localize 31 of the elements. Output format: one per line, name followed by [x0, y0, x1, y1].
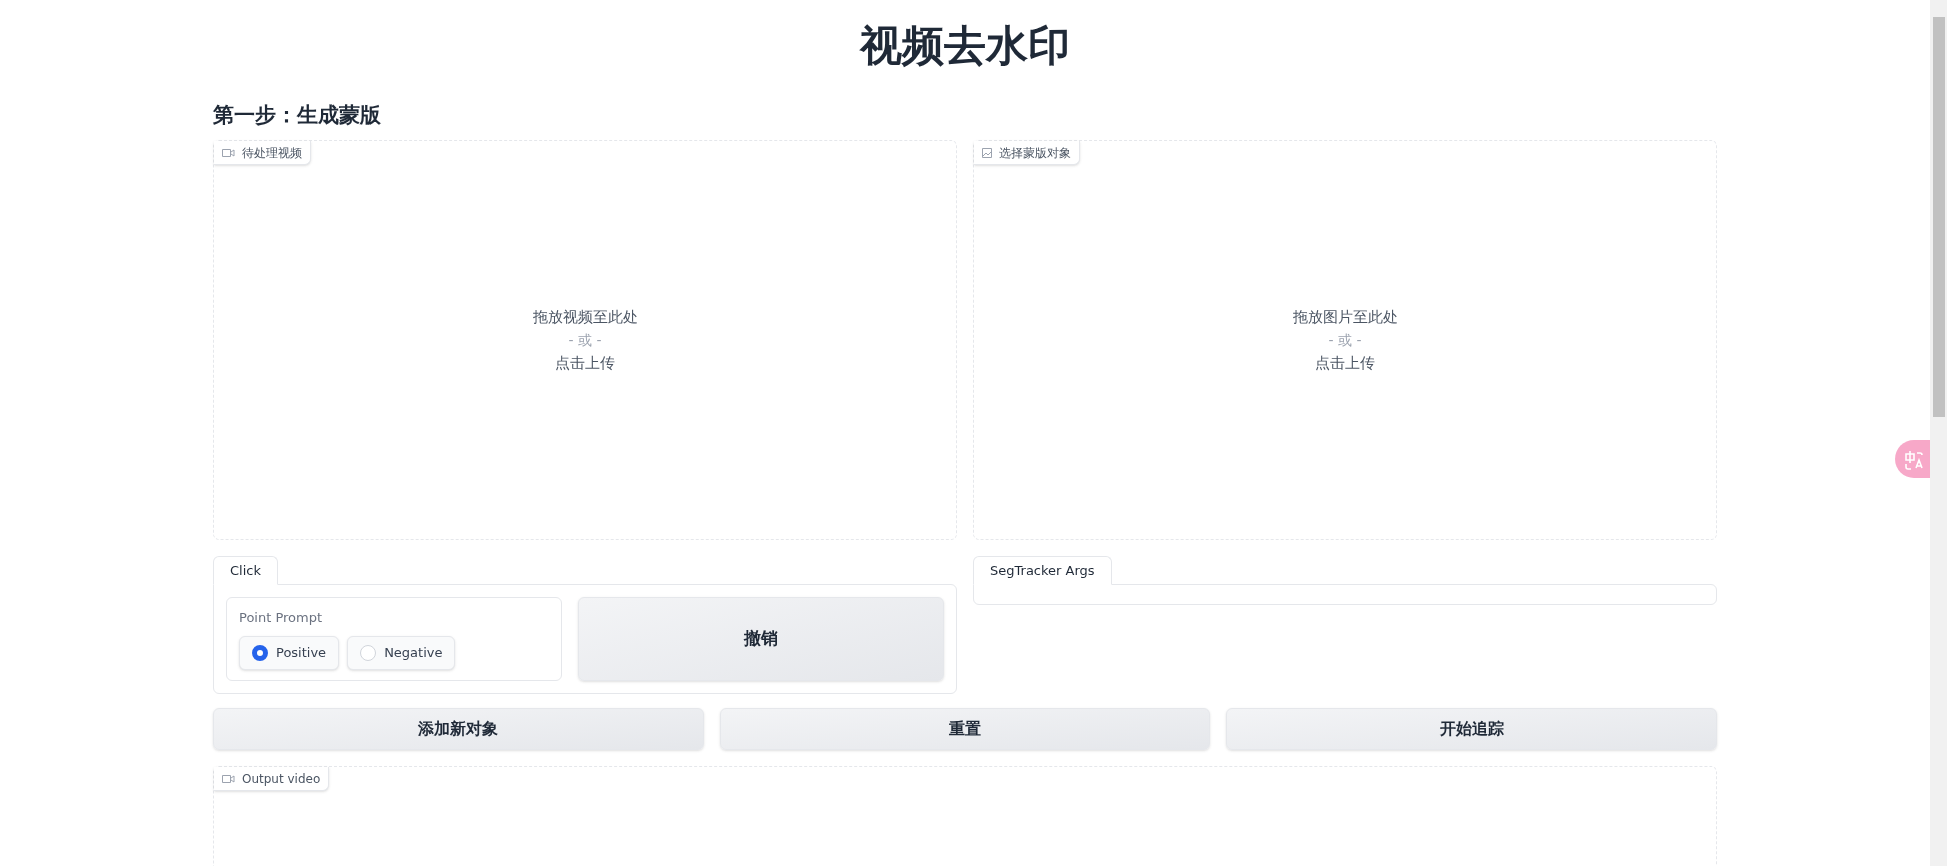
- scrollbar-thumb[interactable]: [1932, 17, 1945, 417]
- upload-dropzone[interactable]: 待处理视频 拖放视频至此处 - 或 - 点击上传: [213, 140, 957, 540]
- click-upload-hint: 点击上传: [555, 353, 615, 374]
- radio-label: Positive: [276, 643, 327, 662]
- or-separator: - 或 -: [568, 331, 602, 350]
- radio-label: Negative: [384, 643, 443, 662]
- block-label-text: 选择蒙版对象: [999, 144, 1071, 162]
- radio-option[interactable]: Positive: [239, 635, 340, 670]
- block-label-text: Output video: [242, 770, 321, 788]
- undo-button[interactable]: 撤销: [578, 597, 944, 681]
- radio-button[interactable]: [252, 644, 268, 661]
- drop-hint: 拖放视频至此处: [532, 307, 638, 328]
- video-icon: [222, 773, 235, 784]
- page-title: 视频去水印: [860, 20, 1070, 72]
- translate-icon[interactable]: [1895, 440, 1931, 478]
- section-heading: 第一步：生成蒙版: [213, 102, 381, 129]
- tab[interactable]: Click: [213, 556, 278, 585]
- action-button[interactable]: 添加新对象: [213, 708, 704, 750]
- radio-option[interactable]: Negative: [347, 635, 456, 670]
- action-button[interactable]: 开始追踪: [1226, 708, 1717, 750]
- scrollbar[interactable]: [1930, 0, 1947, 866]
- radio-group-label: Point Prompt: [239, 609, 323, 627]
- video-icon: [222, 147, 235, 158]
- block-label-text: 待处理视频: [242, 144, 302, 162]
- drop-hint: 拖放图片至此处: [1292, 307, 1398, 328]
- click-upload-hint: 点击上传: [1315, 353, 1375, 374]
- tab[interactable]: SegTracker Args: [973, 556, 1112, 585]
- upload-dropzone[interactable]: 选择蒙版对象 拖放图片至此处 - 或 - 点击上传: [973, 140, 1717, 540]
- image-icon: [982, 147, 992, 158]
- action-button[interactable]: 重置: [719, 708, 1211, 750]
- or-separator: - 或 -: [1328, 331, 1362, 350]
